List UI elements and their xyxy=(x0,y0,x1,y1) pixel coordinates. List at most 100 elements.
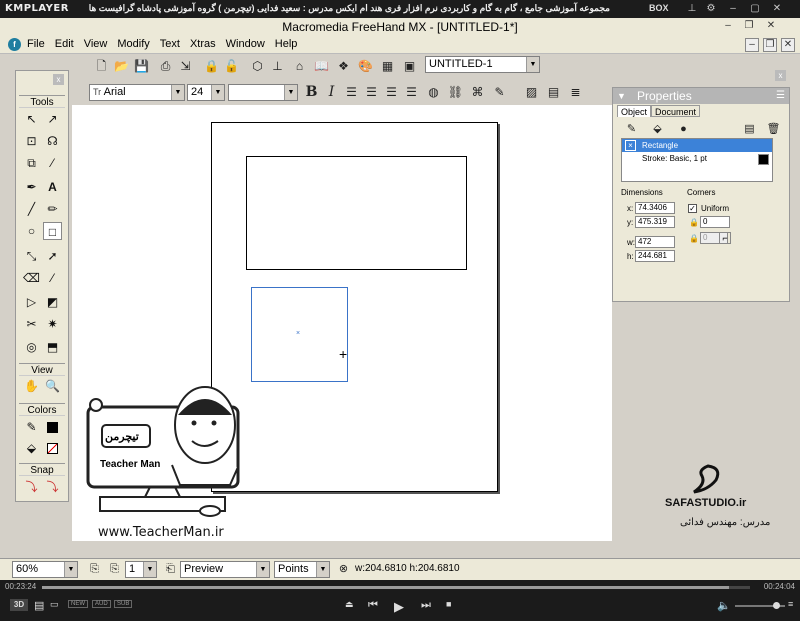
align-left-icon[interactable]: ☰ xyxy=(343,84,360,101)
stop-icon[interactable]: ■ xyxy=(446,599,451,609)
lasso-tool-icon[interactable]: ☊ xyxy=(43,132,62,150)
symbols-icon[interactable]: ❖ xyxy=(335,58,352,75)
editor-icon[interactable]: ✎ xyxy=(491,84,508,101)
units-select[interactable]: Points ▼ xyxy=(274,561,330,578)
menu-xtras[interactable]: Xtras xyxy=(185,36,221,52)
seek-bar[interactable] xyxy=(42,586,750,589)
menu-icon[interactable]: ▤ xyxy=(34,599,44,612)
equalizer-icon[interactable]: ≡ xyxy=(788,599,793,609)
knife-tool-icon[interactable]: ⁄ xyxy=(43,269,62,287)
screen-icon[interactable]: ▭ xyxy=(50,599,59,610)
stroke-row[interactable]: Stroke: Basic, 1 pt xyxy=(642,154,707,163)
play-icon[interactable]: ▶ xyxy=(394,599,404,615)
lock-icon[interactable]: 🔒 xyxy=(203,58,220,75)
volume-knob[interactable] xyxy=(773,602,780,609)
pen-tool-icon[interactable]: ✒ xyxy=(22,178,41,196)
close-icon[interactable]: x xyxy=(53,74,64,85)
convert-to-paths-icon[interactable]: ▨ xyxy=(523,84,540,101)
align-icon[interactable]: ⊥ xyxy=(269,58,286,75)
stroke-swatch[interactable] xyxy=(43,418,62,436)
page-select[interactable]: 1 ▼ xyxy=(125,561,157,578)
menu-window[interactable]: Window xyxy=(221,36,270,52)
menu-modify[interactable]: Modify xyxy=(112,36,154,52)
library-icon[interactable]: 📖 xyxy=(313,58,330,75)
snap-to-point-icon[interactable]: ⤵ xyxy=(22,478,41,496)
object-row-rectangle[interactable]: Rectangle xyxy=(622,139,772,152)
menu-edit[interactable]: Edit xyxy=(50,36,79,52)
add-effect-icon[interactable]: ● xyxy=(675,121,692,138)
spiral-tool-icon[interactable]: ◎ xyxy=(22,338,41,356)
text-tool-icon[interactable]: A xyxy=(43,178,62,196)
transform-icon[interactable]: ⌂ xyxy=(291,58,308,75)
subselect-tool-icon[interactable]: ↗ xyxy=(43,110,62,128)
font-size-select[interactable]: 24 ▼ xyxy=(187,84,225,101)
menu-text[interactable]: Text xyxy=(155,36,185,52)
tab-object[interactable]: Object xyxy=(617,105,652,117)
navigation-icon[interactable]: ▣ xyxy=(401,58,418,75)
scale-tool-icon[interactable]: ⧉ xyxy=(22,154,41,172)
new-icon[interactable]: 🗋 xyxy=(93,58,110,75)
fill-swatch-none[interactable] xyxy=(43,439,62,457)
pencil-tool-icon[interactable]: ✏ xyxy=(43,200,62,218)
snap-to-guide-icon[interactable]: ⤵ xyxy=(43,478,62,496)
attach-to-path-icon[interactable]: ◍ xyxy=(425,84,442,101)
remove-item-icon[interactable]: 🗑 xyxy=(765,121,782,138)
eject-icon[interactable]: ⏏ xyxy=(345,599,354,610)
close-icon[interactable]: ✕ xyxy=(771,3,783,15)
document-select[interactable]: UNTITLED-1 ▼ xyxy=(425,56,540,73)
view-mode-select[interactable]: Preview ▼ xyxy=(180,561,270,578)
duplicate-item-icon[interactable]: ▤ xyxy=(741,121,758,138)
import-icon[interactable]: ⎙ xyxy=(157,58,174,75)
group-icon[interactable]: ⬡ xyxy=(249,58,266,75)
eraser-tool-icon[interactable]: ⌫ xyxy=(22,269,41,287)
text-wrap-icon[interactable]: ▤ xyxy=(545,84,562,101)
doc-close-icon[interactable]: ✕ xyxy=(781,38,795,52)
previous-icon[interactable]: ⏮ xyxy=(368,599,378,612)
menu-help[interactable]: Help xyxy=(270,36,303,52)
envelope-tool-icon[interactable]: ◩ xyxy=(43,293,62,311)
connector-tool-icon[interactable]: ⬒ xyxy=(43,338,62,356)
open-icon[interactable]: 📂 xyxy=(113,58,130,75)
graphic-hose-icon[interactable]: ✷ xyxy=(43,315,62,333)
badge-new[interactable]: NEW xyxy=(68,600,88,608)
grid-icon[interactable]: ▦ xyxy=(379,58,396,75)
menu-view[interactable]: View xyxy=(79,36,113,52)
stroke-color-icon[interactable]: ✎ xyxy=(22,418,41,436)
font-style-select[interactable]: ▼ xyxy=(228,84,298,101)
doc-minimize-icon[interactable]: – xyxy=(745,38,759,52)
color-mixer-icon[interactable]: 🎨 xyxy=(357,58,374,75)
volume-slider[interactable] xyxy=(735,602,785,609)
height-field[interactable]: 244.681 xyxy=(635,250,675,262)
box-button[interactable]: BOX xyxy=(649,3,669,13)
blend-tool-icon[interactable]: ▷ xyxy=(22,293,41,311)
badge-audio[interactable]: AUD xyxy=(92,600,111,608)
x-field[interactable]: 74.3406 xyxy=(635,202,675,214)
eyedropper-tool-icon[interactable]: ⁄ xyxy=(43,154,62,172)
crop-tool-icon[interactable]: ✂ xyxy=(22,315,41,333)
tab-document[interactable]: Document xyxy=(651,105,701,117)
prev-page-icon[interactable]: ⎘ xyxy=(86,561,103,578)
line-tool-icon[interactable]: ╱ xyxy=(22,200,41,218)
close-icon[interactable]: x xyxy=(775,70,786,81)
pin-icon[interactable]: ⊥ xyxy=(686,3,698,15)
stroke-swatch[interactable] xyxy=(758,154,769,165)
add-fill-icon[interactable]: ⬙ xyxy=(649,121,666,138)
add-stroke-icon[interactable]: ✎ xyxy=(623,121,640,138)
align-right-icon[interactable]: ☰ xyxy=(383,84,400,101)
hand-tool-icon[interactable]: ✋ xyxy=(22,377,41,395)
bold-icon[interactable]: B xyxy=(303,84,320,101)
scale-transform-icon[interactable]: ⤡ xyxy=(22,247,41,265)
ellipse-tool-icon[interactable]: ○ xyxy=(22,222,41,240)
rectangle-tool-icon[interactable]: □ xyxy=(43,222,62,240)
maximize-icon[interactable]: ▢ xyxy=(749,3,761,15)
badge-subtitle[interactable]: SUB xyxy=(114,600,133,608)
save-icon[interactable]: 💾 xyxy=(133,58,150,75)
menu-file[interactable]: File xyxy=(22,36,50,52)
rectangle-shape[interactable] xyxy=(246,156,467,270)
volume-icon[interactable]: 🔈 xyxy=(717,599,731,612)
next-page-icon[interactable]: ⎘ xyxy=(106,561,123,578)
width-field[interactable]: 472 xyxy=(635,236,675,248)
align-center-icon[interactable]: ☰ xyxy=(363,84,380,101)
minimize-icon[interactable]: – xyxy=(727,3,739,15)
page-tool-icon[interactable]: ⊡ xyxy=(22,132,41,150)
